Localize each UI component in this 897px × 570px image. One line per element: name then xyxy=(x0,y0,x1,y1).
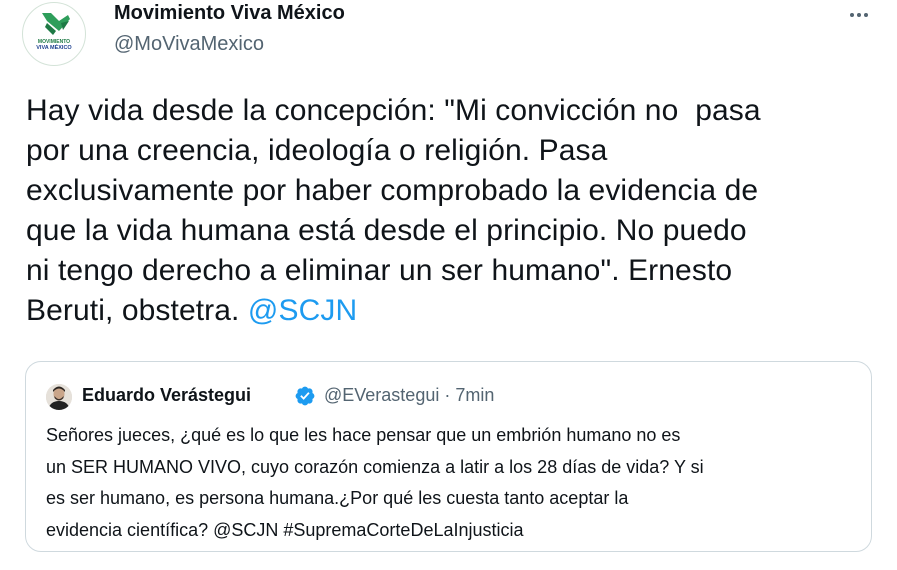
quoted-author-avatar[interactable] xyxy=(46,384,72,410)
author-handle[interactable]: @MoVivaMexico xyxy=(114,33,264,56)
tweet-text-line: Beruti, obstetra. xyxy=(26,294,248,327)
quoted-author-handle[interactable]: @EVerastegui xyxy=(324,385,439,405)
tweet-text-line: Hay vida desde la concepción: "Mi convic… xyxy=(26,94,761,127)
quoted-time[interactable]: 7min xyxy=(455,385,494,405)
quoted-text-line: Señores jueces, ¿qué es lo que les hace … xyxy=(46,425,681,445)
more-dot-icon xyxy=(857,13,861,17)
mention-link[interactable]: @SCJN xyxy=(248,294,357,327)
quoted-text-line: evidencia científica? @SCJN #SupremaCort… xyxy=(46,519,524,540)
meta-separator: · xyxy=(444,385,451,405)
avatar-text-line2: VIVA MÉXICO xyxy=(36,43,72,51)
more-dot-icon xyxy=(864,13,868,17)
verified-badge-icon xyxy=(295,386,315,406)
tweet-text-line: por una creencia, ideología o religión. … xyxy=(26,134,608,167)
movimiento-viva-mexico-logo-icon: MOVIMIENTO VIVA MÉXICO xyxy=(24,4,84,64)
quoted-text-line: un SER HUMANO VIVO, cuyo corazón comienz… xyxy=(46,456,704,477)
quoted-author-name[interactable]: Eduardo Verástegui xyxy=(82,385,251,406)
author-avatar[interactable]: MOVIMIENTO VIVA MÉXICO xyxy=(22,2,86,66)
more-options-button[interactable] xyxy=(844,0,874,30)
quoted-meta: @EVerastegui · 7min xyxy=(324,385,494,406)
quoted-tweet-card[interactable]: Eduardo Verástegui @EVerastegui · 7min S… xyxy=(25,361,872,552)
tweet-text-line: ni tengo derecho a eliminar un ser human… xyxy=(26,254,733,287)
person-photo-icon xyxy=(46,384,72,410)
more-dot-icon xyxy=(850,13,854,17)
quoted-text-line: es ser humano, es persona humana.¿Por qu… xyxy=(46,488,629,508)
author-name[interactable]: Movimiento Viva México xyxy=(114,2,345,25)
quoted-tweet-text: Señores jueces, ¿qué es lo que les hace … xyxy=(46,420,856,546)
tweet-text: Hay vida desde la concepción: "Mi convic… xyxy=(26,91,876,331)
tweet-text-line: exclusivamente por haber comprobado la e… xyxy=(26,174,759,207)
tweet-text-line: que la vida humana está desde el princip… xyxy=(26,214,747,247)
